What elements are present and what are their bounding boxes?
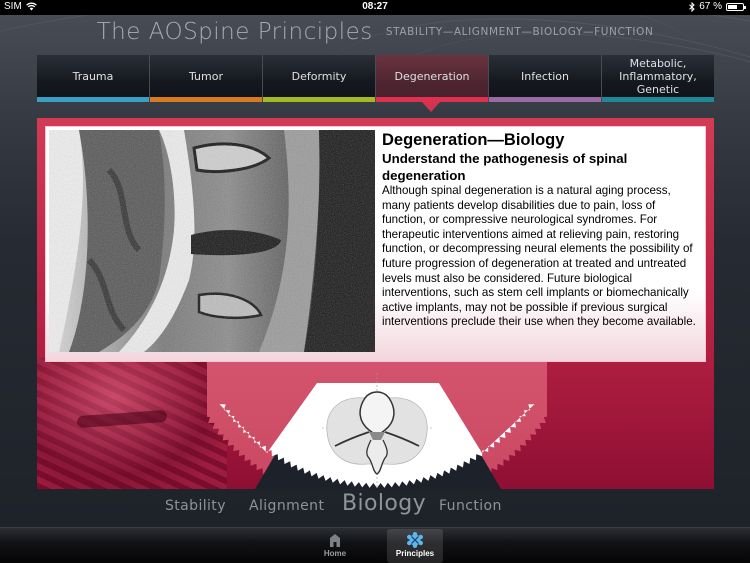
tab-label: Trauma <box>72 70 114 83</box>
tab-degeneration[interactable]: Degeneration <box>376 55 489 102</box>
tab-color-bar <box>489 97 601 102</box>
tabbar-principles-label: Principles <box>395 549 435 558</box>
tab-label: Metabolic, Inflammatory, Genetic <box>619 57 697 96</box>
principle-fan-dial <box>207 358 547 489</box>
background-mri-overlay <box>37 358 227 489</box>
tabbar-home[interactable]: Home <box>307 529 363 563</box>
category-tabs: Trauma Tumor Deformity Degeneration Infe… <box>37 55 714 102</box>
principle-stability[interactable]: Stability <box>165 498 226 514</box>
tab-color-bar <box>602 97 714 102</box>
status-bar: SIM 08:27 67 % <box>0 0 750 15</box>
content-panel: Degeneration—Biology Understand the path… <box>37 118 714 489</box>
principle-biology[interactable]: Biology <box>342 491 426 516</box>
tab-color-bar <box>37 97 149 102</box>
app-subtitle: STABILITY—ALIGNMENT—BIOLOGY—FUNCTION <box>385 26 654 38</box>
bluetooth-icon <box>689 1 695 12</box>
content-text: Degeneration—Biology Understand the path… <box>382 130 699 330</box>
tab-label: Degeneration <box>394 70 470 83</box>
tabbar-home-label: Home <box>323 549 347 558</box>
tabbar-principles[interactable]: Principles <box>387 529 443 563</box>
content-body: Although spinal degeneration is a natura… <box>382 184 696 329</box>
content-card: Degeneration—Biology Understand the path… <box>45 126 706 362</box>
battery-fill <box>728 4 738 9</box>
content-title: Degeneration—Biology <box>382 131 565 149</box>
clock: 08:27 <box>362 1 388 12</box>
tab-metabolic-inflammatory-genetic[interactable]: Metabolic, Inflammatory, Genetic <box>602 55 714 102</box>
app-title: The AOSpine Principles <box>96 19 373 45</box>
tab-color-bar <box>150 97 262 102</box>
tab-deformity[interactable]: Deformity <box>263 55 376 102</box>
principles-icon <box>407 532 423 548</box>
principle-nav: Stability Alignment Biology Function <box>0 474 750 516</box>
mri-image <box>49 130 375 352</box>
battery-percent: 67 % <box>699 1 722 12</box>
app-header: The AOSpine Principles STABILITY—ALIGNME… <box>0 19 750 51</box>
active-tab-pointer <box>422 102 440 112</box>
tab-tumor[interactable]: Tumor <box>150 55 263 102</box>
tab-trauma[interactable]: Trauma <box>37 55 150 102</box>
tab-label: Deformity <box>291 70 347 83</box>
principle-alignment[interactable]: Alignment <box>249 498 324 514</box>
tab-label: Tumor <box>189 70 223 83</box>
tab-infection[interactable]: Infection <box>489 55 602 102</box>
content-subtitle: Understand the pathogenesis of spinal de… <box>382 151 628 183</box>
bottom-tab-bar: Home Principles <box>0 527 750 563</box>
tab-label: Infection <box>521 70 569 83</box>
battery-icon <box>726 2 746 11</box>
principle-function[interactable]: Function <box>439 498 502 514</box>
tab-color-bar <box>263 97 375 102</box>
home-icon <box>330 534 340 547</box>
